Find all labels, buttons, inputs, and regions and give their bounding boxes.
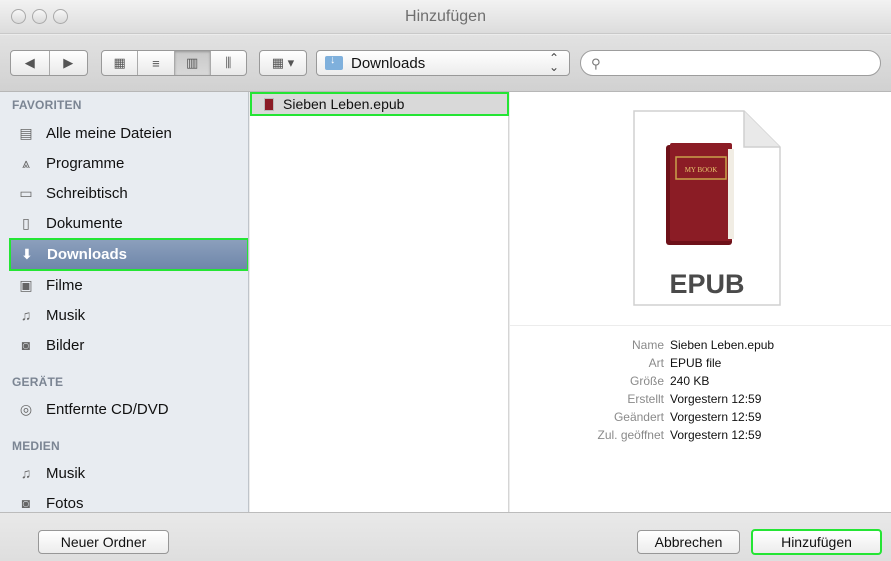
- info-key: Größe: [629, 374, 664, 388]
- title-bar: Hinzufügen: [0, 0, 891, 34]
- documents-icon: ▯: [22, 214, 30, 231]
- column-view-icon: ▥: [185, 55, 199, 70]
- info-value: EPUB file: [670, 356, 722, 370]
- info-key: Name: [631, 338, 664, 352]
- info-value: Vorgestern 12:59: [670, 392, 762, 406]
- info-key: Art: [648, 356, 664, 370]
- file-column: Sieben Leben.epub: [250, 92, 509, 512]
- forward-button[interactable]: ▶: [50, 51, 88, 75]
- forward-arrow-icon: ▶: [63, 55, 74, 70]
- music-icon: ♫: [20, 307, 32, 323]
- file-row[interactable]: Sieben Leben.epub: [250, 92, 509, 116]
- sidebar-item-remote-disc[interactable]: ◎ Entfernte CD/DVD: [10, 394, 248, 424]
- sidebar-item-downloads[interactable]: ⬇ Downloads: [9, 238, 248, 271]
- search-field[interactable]: ⚲: [580, 50, 881, 76]
- sidebar-item-photos[interactable]: ◙ Fotos: [10, 488, 248, 512]
- sidebar-item-pictures[interactable]: ◙ Bilder: [10, 330, 248, 360]
- sidebar-item-movies[interactable]: ▣ Filme: [10, 270, 248, 300]
- sidebar-item-label: Musik: [46, 464, 86, 482]
- sidebar-item-label: Fotos: [46, 494, 84, 512]
- info-key: Erstellt: [627, 392, 664, 406]
- book-title-label: MY BOOK: [685, 166, 718, 174]
- sidebar-section-favorites: FAVORITEN: [12, 98, 82, 112]
- sidebar-item-label: Dokumente: [46, 214, 123, 232]
- info-value: 240 KB: [670, 374, 710, 388]
- downloads-icon: ⬇: [21, 246, 33, 262]
- movies-icon: ▣: [19, 276, 33, 293]
- epub-document-icon: MY BOOK EPUB: [633, 110, 781, 306]
- photos-icon: ◙: [21, 495, 31, 511]
- sidebar-item-desktop[interactable]: ▭ Schreibtisch: [10, 178, 248, 208]
- sidebar-item-all-files[interactable]: ▤ Alle meine Dateien: [10, 118, 248, 148]
- info-value: Vorgestern 12:59: [670, 410, 762, 424]
- info-row-size: Größe 240 KB: [510, 372, 891, 390]
- back-button[interactable]: ◀: [11, 51, 50, 75]
- sidebar-item-label: Downloads: [47, 246, 128, 263]
- sidebar-item-label: Programme: [46, 154, 125, 172]
- sidebar-item-label: Entfernte CD/DVD: [46, 400, 169, 418]
- sidebar-item-applications[interactable]: ⩓ Programme: [10, 148, 248, 178]
- preview-pane: MY BOOK EPUB Name Sieben Leben.epub Art EP…: [510, 92, 891, 512]
- preview-divider: [510, 325, 891, 326]
- list-view-button[interactable]: ≡: [138, 51, 175, 75]
- desktop-icon: ▭: [19, 184, 33, 201]
- cancel-button[interactable]: Abbrechen: [637, 530, 740, 554]
- sidebar-item-music[interactable]: ♫ Musik: [10, 300, 248, 330]
- sidebar-section-media: MEDIEN: [12, 439, 60, 453]
- sidebar-item-label: Bilder: [46, 336, 85, 354]
- sidebar-section-devices: GERÄTE: [12, 375, 64, 389]
- epub-file-icon: [264, 97, 274, 111]
- location-label: Downloads: [351, 54, 426, 72]
- location-popup[interactable]: Downloads ⌃⌄: [316, 50, 570, 76]
- sidebar: FAVORITEN ▤ Alle meine Dateien ⩓ Program…: [0, 92, 249, 512]
- music-icon: ♫: [20, 465, 32, 481]
- book-pages: [728, 149, 734, 239]
- file-info: Name Sieben Leben.epub Art EPUB file Größe…: [510, 336, 891, 444]
- search-icon: ⚲: [591, 56, 601, 71]
- sidebar-item-label: Alle meine Dateien: [46, 124, 172, 142]
- list-view-icon: ≡: [152, 55, 160, 71]
- back-forward-control: ◀ ▶: [10, 50, 88, 76]
- file-name: Sieben Leben.epub: [283, 96, 405, 112]
- add-button[interactable]: Hinzufügen: [751, 529, 882, 555]
- column-view-button[interactable]: ▥: [174, 51, 211, 75]
- info-row-last-opened: Zul. geöffnet Vorgestern 12:59: [510, 426, 891, 444]
- sidebar-item-label: Filme: [46, 276, 83, 294]
- file-dialog-window: Hinzufügen ◀ ▶ ▦ ≡ ▥ ⫼ ▦ ▾ Downloads ⌃⌄ …: [0, 0, 891, 561]
- info-row-created: Erstellt Vorgestern 12:59: [510, 390, 891, 408]
- info-value: Sieben Leben.epub: [670, 338, 775, 352]
- arrange-cell: ▦ ▾: [260, 51, 306, 75]
- toolbar: ◀ ▶ ▦ ≡ ▥ ⫼ ▦ ▾ Downloads ⌃⌄ ⚲: [0, 35, 891, 92]
- bottom-bar: Neuer Ordner Abbrechen Hinzufügen: [0, 512, 891, 561]
- back-arrow-icon: ◀: [24, 55, 35, 70]
- all-files-icon: ▤: [19, 124, 33, 141]
- info-row-name: Name Sieben Leben.epub: [510, 336, 891, 354]
- sidebar-item-label: Musik: [46, 306, 86, 324]
- coverflow-view-button[interactable]: ⫼: [211, 51, 246, 75]
- sidebar-item-documents[interactable]: ▯ Dokumente: [10, 208, 248, 238]
- icon-view-icon: ▦: [113, 55, 126, 70]
- epub-type-label: EPUB: [669, 269, 744, 299]
- window-title: Hinzufügen: [405, 8, 486, 25]
- updown-chevron-icon: ⌃ ⌄: [548, 51, 559, 74]
- info-key: Geändert: [613, 410, 664, 424]
- arrange-grid-icon: ▦ ▾: [271, 55, 295, 70]
- applications-icon: ⩓: [22, 154, 30, 171]
- icon-view-button[interactable]: ▦: [102, 51, 139, 75]
- coverflow-view-icon: ⫼: [225, 55, 232, 70]
- sidebar-item-label: Schreibtisch: [46, 184, 128, 202]
- info-key: Zul. geöffnet: [597, 428, 665, 442]
- pictures-icon: ◙: [21, 337, 31, 353]
- sidebar-item-media-music[interactable]: ♫ Musik: [10, 458, 248, 488]
- info-row-kind: Art EPUB file: [510, 354, 891, 372]
- arrange-button[interactable]: ▦ ▾: [259, 50, 307, 76]
- view-mode-control: ▦ ≡ ▥ ⫼: [101, 50, 247, 76]
- new-folder-button[interactable]: Neuer Ordner: [38, 530, 169, 554]
- info-value: Vorgestern 12:59: [670, 428, 762, 442]
- info-row-modified: Geändert Vorgestern 12:59: [510, 408, 891, 426]
- disc-icon: ◎: [19, 400, 33, 417]
- downloads-folder-icon: [325, 54, 343, 70]
